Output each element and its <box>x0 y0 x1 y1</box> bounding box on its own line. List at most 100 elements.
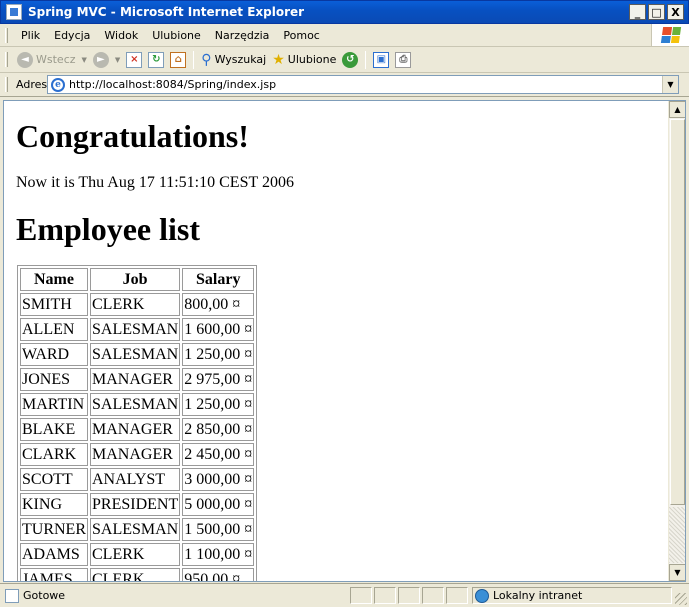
employee-name-cell: JONES <box>20 368 88 391</box>
employee-job-cell: PRESIDENT <box>90 493 181 516</box>
security-zone: Lokalny intranet <box>472 587 672 604</box>
employee-name-cell: SMITH <box>20 293 88 316</box>
toolbar-grip[interactable] <box>5 27 8 43</box>
address-dropdown-icon[interactable]: ▼ <box>662 76 678 93</box>
window-icon: ▣ <box>373 51 390 68</box>
table-row: TURNER SALESMAN 1 500,00 ¤ <box>20 518 255 541</box>
employee-name-cell: KING <box>20 493 88 516</box>
employee-name-cell: JAMES <box>20 568 88 581</box>
employee-salary-cell: 3 000,00 ¤ <box>182 468 255 491</box>
toolbar-grip[interactable] <box>5 77 8 92</box>
employee-table: Name Job Salary SMITH CLERK 800,00 ¤ ALLEN S… <box>17 265 258 581</box>
address-input[interactable] <box>69 78 659 91</box>
stop-icon: × <box>126 51 143 68</box>
windows-logo <box>651 24 689 46</box>
menu-tools[interactable]: Narzędzia <box>208 29 277 42</box>
table-row: MARTIN SALESMAN 1 250,00 ¤ <box>20 393 255 416</box>
employee-job-cell: ANALYST <box>90 468 181 491</box>
back-button[interactable]: ◄ Wstecz <box>14 49 79 71</box>
forward-button[interactable]: ► <box>90 49 112 71</box>
status-panels <box>350 587 468 604</box>
scroll-up-button[interactable]: ▲ <box>669 101 685 118</box>
vertical-scrollbar[interactable]: ▲ ▼ <box>668 101 685 581</box>
resize-grip[interactable] <box>675 593 687 605</box>
employee-name-cell: WARD <box>20 343 88 366</box>
table-row: JAMES CLERK 950,00 ¤ <box>20 568 255 581</box>
favorites-button[interactable]: ★ Ulubione <box>269 49 339 71</box>
scroll-track[interactable] <box>669 507 685 563</box>
toolbar-separator <box>365 50 367 69</box>
employee-salary-cell: 2 450,00 ¤ <box>182 443 255 466</box>
employee-name-cell: ADAMS <box>20 543 88 566</box>
menu-edit[interactable]: Edycja <box>47 29 97 42</box>
page-heading: Congratulations! <box>16 118 249 154</box>
menu-help[interactable]: Pomoc <box>276 29 326 42</box>
scroll-thumb[interactable] <box>670 119 685 505</box>
back-dropdown-icon[interactable]: ▼ <box>82 56 87 64</box>
scroll-down-button[interactable]: ▼ <box>669 564 685 581</box>
employee-name-cell: TURNER <box>20 518 88 541</box>
table-row: CLARK MANAGER 2 450,00 ¤ <box>20 443 255 466</box>
maximize-button[interactable]: □ <box>648 4 665 20</box>
stop-button[interactable]: × <box>123 49 145 71</box>
back-arrow-icon: ◄ <box>17 51 33 68</box>
close-button[interactable]: X <box>667 4 684 20</box>
menu-bar: Plik Edycja Widok Ulubione Narzędzia Pom… <box>0 24 689 47</box>
employee-salary-cell: 1 250,00 ¤ <box>182 393 255 416</box>
status-panel <box>446 587 468 604</box>
status-text: Gotowe <box>23 589 66 602</box>
title-bar[interactable]: Spring MVC - Microsoft Internet Explorer… <box>0 0 689 24</box>
employee-job-cell: MANAGER <box>90 368 181 391</box>
windows-flag-icon <box>660 27 681 43</box>
search-button[interactable]: ⚲ Wyszukaj <box>198 49 269 71</box>
window-controls: _ □ X <box>629 4 684 20</box>
intranet-globe-icon <box>475 588 489 603</box>
employee-salary-cell: 1 600,00 ¤ <box>182 318 255 341</box>
employee-job-cell: CLERK <box>90 568 181 581</box>
employee-job-cell: SALESMAN <box>90 318 181 341</box>
refresh-button[interactable]: ↻ <box>145 49 167 71</box>
column-header-job: Job <box>90 268 181 291</box>
menu-favorites[interactable]: Ulubione <box>145 29 208 42</box>
print-button[interactable]: ⎙ <box>392 49 414 71</box>
toolbar-separator <box>193 50 195 69</box>
new-window-button[interactable]: ▣ <box>370 49 392 71</box>
employee-job-cell: MANAGER <box>90 443 181 466</box>
ie-page-icon: e <box>51 77 65 92</box>
history-button[interactable]: ↺ <box>339 49 361 71</box>
employee-name-cell: ALLEN <box>20 318 88 341</box>
table-row: ADAMS CLERK 1 100,00 ¤ <box>20 543 255 566</box>
employee-job-cell: SALESMAN <box>90 343 181 366</box>
forward-dropdown-icon[interactable]: ▼ <box>115 56 120 64</box>
column-header-name: Name <box>20 268 88 291</box>
star-icon: ★ <box>272 51 285 68</box>
employee-name-cell: SCOTT <box>20 468 88 491</box>
employee-name-cell: MARTIN <box>20 393 88 416</box>
address-bar: Adres e ▼ <box>0 73 689 97</box>
employee-salary-cell: 2 850,00 ¤ <box>182 418 255 441</box>
search-icon: ⚲ <box>201 51 212 68</box>
forward-arrow-icon: ► <box>92 51 109 68</box>
status-panel <box>374 587 396 604</box>
address-field[interactable]: e ▼ <box>47 75 679 94</box>
employee-salary-cell: 950,00 ¤ <box>182 568 255 581</box>
history-icon: ↺ <box>342 51 359 68</box>
printer-icon: ⎙ <box>395 51 412 68</box>
address-label: Adres <box>16 78 48 91</box>
current-time-text: Now it is Thu Aug 17 11:51:10 CEST 2006 <box>16 174 294 191</box>
table-row: WARD SALESMAN 1 250,00 ¤ <box>20 343 255 366</box>
table-header-row: Name Job Salary <box>20 268 255 291</box>
employee-salary-cell: 1 500,00 ¤ <box>182 518 255 541</box>
menu-file[interactable]: Plik <box>14 29 47 42</box>
employee-job-cell: CLERK <box>90 543 181 566</box>
page-content: Congratulations! Now it is Thu Aug 17 11… <box>4 101 668 581</box>
home-button[interactable]: ⌂ <box>167 49 189 71</box>
status-bar: Gotowe Lokalny intranet <box>0 583 689 607</box>
zone-label: Lokalny intranet <box>493 589 583 602</box>
table-row: BLAKE MANAGER 2 850,00 ¤ <box>20 418 255 441</box>
minimize-button[interactable]: _ <box>629 4 646 20</box>
ie-page-icon <box>6 4 22 20</box>
toolbar-grip[interactable] <box>5 52 8 67</box>
menu-view[interactable]: Widok <box>97 29 145 42</box>
employee-job-cell: SALESMAN <box>90 518 181 541</box>
